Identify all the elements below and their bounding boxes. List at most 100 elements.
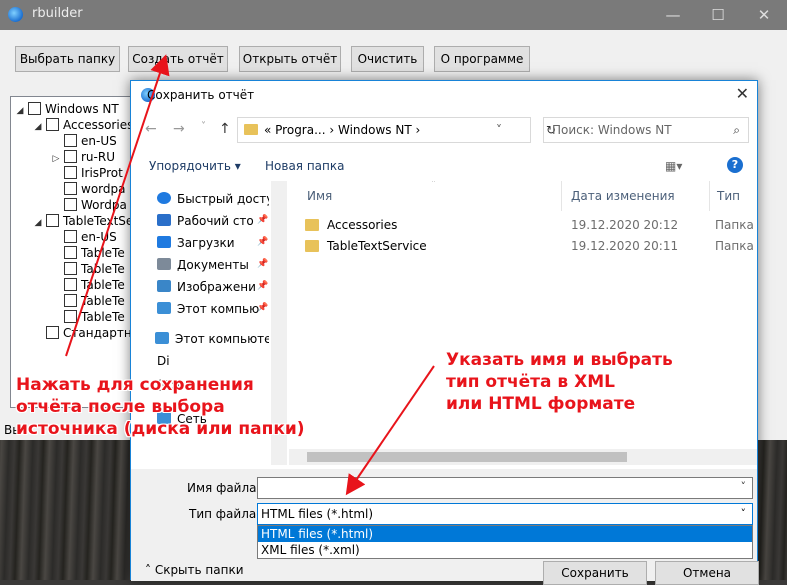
help-icon[interactable]: ?	[727, 157, 743, 173]
expander-icon[interactable]: ◢	[33, 119, 43, 135]
app-title: rbuilder	[32, 6, 83, 21]
dialog-close-button[interactable]: ✕	[736, 84, 749, 103]
tree-checkbox[interactable]	[64, 230, 77, 243]
nav-pane-item[interactable]: Документы	[157, 255, 249, 275]
tree-checkbox[interactable]	[64, 134, 77, 147]
file-row[interactable]: TableTextService 19.12.2020 20:11 Папка с	[289, 236, 757, 256]
tree-item[interactable]: TableTe	[51, 293, 125, 309]
view-options-icon[interactable]: ▦▾	[665, 159, 682, 173]
scroll-thumb[interactable]	[307, 452, 627, 462]
pin-icon[interactable]: 📌	[257, 215, 268, 225]
back-arrow-icon[interactable]: ←	[145, 121, 157, 137]
select-folder-button[interactable]: Выбрать папку	[15, 46, 120, 72]
tree-item-label: TableTe	[81, 294, 125, 308]
nav-pane-item[interactable]: Этот компью	[157, 299, 259, 319]
tree-checkbox[interactable]	[64, 182, 77, 195]
nav-pane-label: Изображени	[177, 280, 256, 294]
new-folder-button[interactable]: Новая папка	[265, 159, 344, 173]
file-type: Папка с	[715, 218, 757, 232]
nav-pane-item[interactable]: Этот компьютер	[155, 329, 269, 349]
tree-item[interactable]: ◢ TableTextSe	[33, 213, 133, 229]
tree-checkbox[interactable]	[64, 246, 77, 259]
filename-input[interactable]: ˅	[257, 477, 753, 499]
nav-pane-item[interactable]: Рабочий сто	[157, 211, 254, 231]
desktop-icon	[157, 214, 171, 226]
clear-button[interactable]: Очистить	[351, 46, 424, 72]
tree-checkbox[interactable]	[64, 310, 77, 323]
organize-menu[interactable]: Упорядочить ▾	[149, 159, 241, 173]
address-dropdown-icon[interactable]: ˅	[496, 118, 502, 142]
forward-arrow-icon[interactable]: →	[173, 121, 185, 137]
tree-item-label: TableTe	[81, 310, 125, 324]
filetype-option-html[interactable]: HTML files (*.html)	[258, 526, 752, 542]
tree-item[interactable]: ◢ Accessories	[33, 117, 133, 133]
folder-tree[interactable]: ◢ Windows NT ◢ Accessories en-US ▷ ru-RU IrisPr…	[10, 96, 135, 408]
tree-item[interactable]: TableTe	[51, 261, 125, 277]
save-dialog: Сохранить отчёт ✕ ← → ˅ ↑ « Progra... › …	[130, 80, 759, 585]
documents-icon	[157, 258, 171, 270]
expander-icon[interactable]: ◢	[15, 103, 25, 119]
tree-item[interactable]: en-US	[51, 133, 117, 149]
computer-icon	[155, 332, 169, 344]
pictures-icon	[157, 280, 171, 292]
annotation-left: Нажать для сохранения отчёта после выбор…	[16, 375, 305, 439]
pin-icon[interactable]: 📌	[257, 237, 268, 247]
maximize-button[interactable]: ☐	[695, 0, 741, 30]
tree-checkbox[interactable]	[46, 118, 59, 131]
close-button[interactable]: ✕	[741, 0, 787, 30]
recent-locations-icon[interactable]: ˅	[201, 121, 206, 132]
pin-icon[interactable]: 📌	[257, 303, 268, 313]
column-separator[interactable]	[561, 181, 562, 211]
nav-pane-item[interactable]: Di	[157, 351, 170, 371]
tree-item[interactable]: wordpa	[51, 181, 125, 197]
pin-icon[interactable]: 📌	[257, 259, 268, 269]
tree-item[interactable]: TableTe	[51, 277, 125, 293]
expander-icon[interactable]: ◢	[33, 215, 43, 231]
tree-checkbox[interactable]	[64, 166, 77, 179]
tree-checkbox[interactable]	[64, 262, 77, 275]
tree-item[interactable]: ▷ ru-RU	[51, 149, 115, 165]
hide-folders-toggle[interactable]: ˄ Скрыть папки	[145, 563, 244, 577]
nav-pane-label: Этот компьютер	[175, 332, 269, 346]
column-separator[interactable]	[709, 181, 710, 211]
nav-pane-item[interactable]: Изображени	[157, 277, 256, 297]
file-row[interactable]: Accessories 19.12.2020 20:12 Папка с	[289, 215, 757, 235]
nav-pane-item[interactable]: Быстрый доступ	[157, 189, 269, 209]
chevron-down-icon[interactable]: ˅	[741, 480, 747, 493]
tree-item[interactable]: Стандартн	[33, 325, 132, 341]
create-report-button[interactable]: Создать отчёт	[128, 46, 228, 72]
tree-checkbox[interactable]	[46, 214, 59, 227]
file-name: TableTextService	[327, 239, 427, 253]
tree-checkbox[interactable]	[64, 198, 77, 211]
cancel-button[interactable]: Отмена	[655, 561, 759, 585]
tree-item[interactable]: ◢ Windows NT	[15, 101, 119, 117]
tree-checkbox[interactable]	[64, 278, 77, 291]
tree-item[interactable]: en-US	[51, 229, 117, 245]
nav-pane-item[interactable]: Загрузки	[157, 233, 235, 253]
tree-item[interactable]: TableTe	[51, 245, 125, 261]
tree-item[interactable]: TableTe	[51, 309, 125, 325]
download-icon	[157, 236, 171, 248]
file-list-hscrollbar[interactable]	[289, 449, 757, 465]
tree-item[interactable]: Wordpa	[51, 197, 127, 213]
filetype-option-xml[interactable]: XML files (*.xml)	[258, 542, 752, 558]
tree-checkbox[interactable]	[64, 150, 77, 163]
chevron-down-icon[interactable]: ˅	[741, 504, 747, 524]
up-arrow-icon[interactable]: ↑	[219, 121, 231, 137]
pin-icon[interactable]: 📌	[257, 281, 268, 291]
about-button[interactable]: О программе	[434, 46, 530, 72]
tree-item-label: TableTe	[81, 262, 125, 276]
tree-checkbox[interactable]	[28, 102, 41, 115]
minimize-button[interactable]: —	[650, 0, 696, 30]
tree-item[interactable]: IrisProt	[51, 165, 123, 181]
column-date[interactable]: Дата изменения	[571, 189, 675, 203]
column-type[interactable]: Тип	[717, 189, 740, 203]
tree-checkbox[interactable]	[46, 326, 59, 339]
address-bar[interactable]: « Progra... › Windows NT › ˅ ↻	[237, 117, 556, 143]
open-report-button[interactable]: Открыть отчёт	[239, 46, 341, 72]
tree-checkbox[interactable]	[64, 294, 77, 307]
search-input[interactable]: Поиск: Windows NT ⌕	[543, 117, 749, 143]
filetype-select[interactable]: HTML files (*.html) ˅	[257, 503, 753, 525]
column-name[interactable]: Имя	[307, 189, 332, 203]
save-button[interactable]: Сохранить	[543, 561, 647, 585]
